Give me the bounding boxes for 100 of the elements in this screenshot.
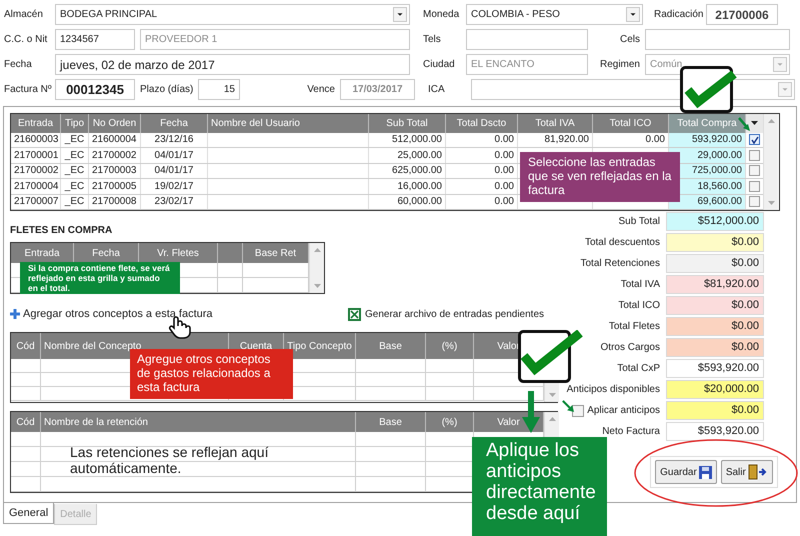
table-cell-text: _EC <box>64 164 84 178</box>
column-header: Cód <box>11 333 41 359</box>
column-header: (%) <box>426 412 474 432</box>
table-cell-text: 21600003 <box>14 133 58 148</box>
table-cell-text: 69,600.00 <box>698 195 742 210</box>
field-label: ICA <box>428 84 445 95</box>
plus-icon <box>10 309 20 319</box>
dropdown[interactable]: COLOMBIA - PESO <box>466 4 643 25</box>
field-label: Total Retenciones <box>580 257 660 271</box>
total-field: $81,920.00 <box>666 275 764 294</box>
field-label: Moneda <box>423 9 460 20</box>
arrow-icon <box>562 400 574 412</box>
field-label: Otros Cargos <box>600 341 660 355</box>
row-checkbox[interactable] <box>749 134 760 146</box>
total-field: $0.00 <box>666 296 764 315</box>
column-header: Total Dscto <box>446 114 518 132</box>
table-cell-text: 0.00 <box>494 180 514 194</box>
field-label: Fecha <box>4 59 32 70</box>
text-field[interactable] <box>645 29 790 50</box>
column-header: Fecha <box>92 246 120 260</box>
field-label: Total descuentos <box>584 236 660 250</box>
table-cell-text: 0.00 <box>646 133 665 148</box>
field-label: Cels <box>620 33 640 47</box>
table-cell-text: 16,000.00 <box>398 180 442 194</box>
table-cell-text: 512,000.00 <box>392 133 442 148</box>
field-label: Total IVA <box>620 278 660 292</box>
table-cell-text: 21700005 <box>92 180 136 194</box>
dropdown[interactable]: BODEGA PRINCIPAL <box>55 4 410 25</box>
table-cell-text: 0.00 <box>494 148 514 163</box>
text-field[interactable] <box>466 29 588 50</box>
column-header: Entrada <box>24 246 60 260</box>
column-menu-button[interactable] <box>746 114 763 132</box>
column-header: Cód <box>11 412 41 432</box>
column-header: Nombre del Usuario <box>208 114 369 132</box>
column-header: Sub Total <box>369 114 446 132</box>
field-label: Total CxP <box>617 362 660 376</box>
field-label: Vence <box>307 83 335 97</box>
section-title: FLETES EN COMPRA <box>10 224 114 238</box>
field-label: Factura Nº <box>4 84 52 95</box>
text-field[interactable]: 00012345 <box>55 79 135 100</box>
table-cell-text: _EC <box>64 180 84 194</box>
field-label: Almacén <box>4 9 43 20</box>
generate-file-link[interactable]: Generar archivo de entradas pendientes <box>348 306 544 322</box>
table-cell-text: 0.00 <box>494 164 514 178</box>
field-label: Total ICO <box>618 299 660 313</box>
caret-icon <box>751 121 758 126</box>
text-field[interactable]: jueves, 02 de marzo de 2017 <box>55 54 410 75</box>
table-cell-text: 04/01/17 <box>154 164 194 178</box>
table-cell-text: 29,000.00 <box>698 148 742 163</box>
spreadsheet-icon <box>348 308 361 320</box>
table-cell-text: _EC <box>64 133 84 148</box>
table-cell-text: 0.00 <box>494 133 514 148</box>
column-header: Base <box>356 333 426 359</box>
field-label: Tels <box>423 34 441 45</box>
field-label: Regimen <box>600 58 640 72</box>
tab[interactable]: General <box>3 503 54 524</box>
table-cell-text: _EC <box>64 195 84 210</box>
total-field: $512,000.00 <box>666 212 764 231</box>
text-field[interactable]: 1234567 <box>55 29 135 50</box>
table-cell-text: 625,000.00 <box>392 164 442 178</box>
table-cell-text: 21700008 <box>92 195 136 210</box>
field-label: Anticipos disponibles <box>566 383 660 397</box>
column-header: Base <box>356 412 426 432</box>
column-header: Nombre de la retención <box>41 412 356 432</box>
hand-cursor-icon <box>168 316 192 339</box>
field-label: Aplicar anticipos <box>587 404 660 418</box>
row-checkbox[interactable] <box>749 165 760 176</box>
save-button[interactable]: Guardar <box>655 460 717 484</box>
text-field[interactable]: 15 <box>198 79 240 100</box>
field-label: Neto Factura <box>602 425 660 439</box>
table-cell-text: 0.00 <box>494 195 514 210</box>
table-cell-text: 04/01/17 <box>154 148 194 163</box>
door-exit-icon <box>748 464 768 480</box>
table-cell-text: 21700001 <box>14 148 58 163</box>
table-cell-text: 21700003 <box>92 164 136 178</box>
text-field[interactable]: 21700006 <box>706 4 778 25</box>
table-cell-text: 81,920.00 <box>544 133 589 148</box>
column-header: Vr. Fletes <box>157 246 199 260</box>
callout-note: Si la compra contiene flete, se verá reflejado en esta grilla y sumado en el total. <box>20 262 180 294</box>
total-field: $0.00 <box>666 254 764 273</box>
total-field: $0.00 <box>666 338 764 357</box>
table-cell-text: 21700002 <box>92 148 136 163</box>
table-cell-text: 725,000.00 <box>692 164 742 178</box>
column-header: Entrada <box>11 114 61 132</box>
column-header: No Orden <box>89 114 141 132</box>
exit-button[interactable]: Salir <box>720 460 773 484</box>
field-label: Sub Total <box>618 215 660 229</box>
table-cell-text: 593,920.00 <box>692 133 742 148</box>
row-checkbox[interactable] <box>749 196 760 208</box>
column-header: Total Compra <box>669 114 746 132</box>
checkbox[interactable] <box>572 404 584 416</box>
row-checkbox[interactable] <box>749 150 760 161</box>
total-field: $20,000.00 <box>666 380 764 399</box>
total-field: $593,920.00 <box>666 422 764 441</box>
total-field: $0.00 <box>666 233 764 252</box>
column-header: Fecha <box>141 114 208 132</box>
table-cell-text: 60,000.00 <box>398 195 442 210</box>
add-concepts-link[interactable]: Agregar otros conceptos a esta factura <box>10 306 348 322</box>
arrow-icon <box>522 391 540 433</box>
row-checkbox[interactable] <box>749 180 760 192</box>
